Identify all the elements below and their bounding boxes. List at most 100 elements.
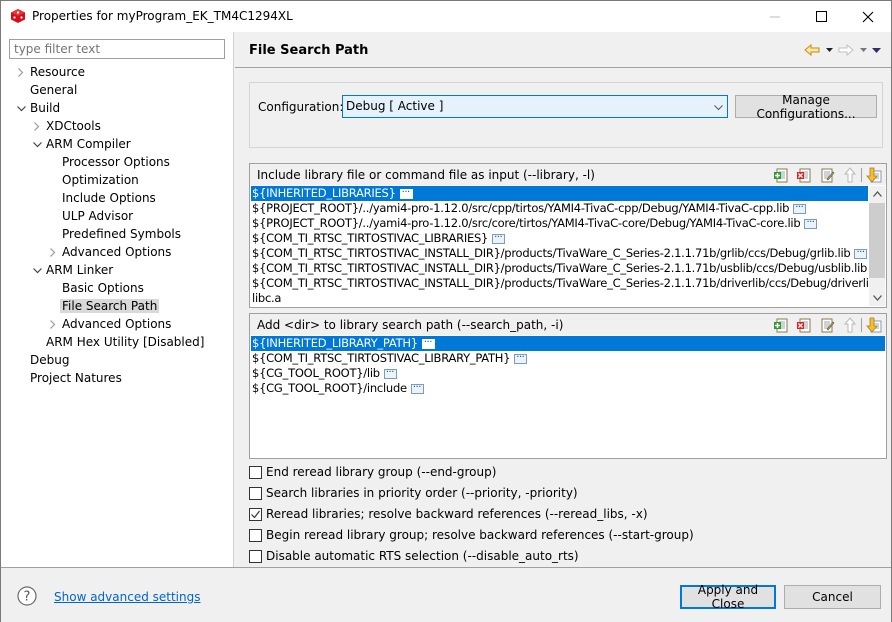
- properties-dialog: Properties for myProgram_EK_TM4C1294XL R…: [0, 0, 892, 622]
- sidebar-item[interactable]: Include Options: [62, 190, 156, 207]
- list-item[interactable]: ${COM_TI_RTSC_TIRTOSTIVAC_LIBRARIES}: [251, 230, 868, 246]
- list-item[interactable]: ${CG_TOOL_ROOT}/include: [251, 380, 885, 396]
- library-list-scrollbar[interactable]: [869, 186, 885, 306]
- list-item[interactable]: ${INHERITED_LIBRARIES}: [251, 186, 868, 201]
- option-checkbox-row[interactable]: Disable automatic RTS selection (--disab…: [249, 548, 579, 564]
- list-item-text: ${INHERITED_LIBRARY_PATH}: [252, 336, 418, 350]
- show-advanced-settings-link[interactable]: Show advanced settings: [54, 590, 201, 604]
- list-item[interactable]: ${PROJECT_ROOT}/../yami4-pro-1.12.0/src/…: [251, 215, 868, 231]
- chevron-right-icon[interactable]: [31, 118, 43, 135]
- sidebar-item-label: General: [30, 83, 78, 97]
- option-checkbox-row[interactable]: Search libraries in priority order (--pr…: [249, 485, 578, 501]
- chevron-down-icon[interactable]: [31, 262, 43, 279]
- more-ellipsis-icon[interactable]: [383, 365, 397, 380]
- more-ellipsis-icon[interactable]: [421, 336, 435, 350]
- sidebar-item[interactable]: Basic Options: [62, 280, 144, 297]
- move-down-icon[interactable]: [865, 166, 882, 183]
- scrollbar-thumb[interactable]: [869, 203, 885, 278]
- help-icon[interactable]: ?: [17, 586, 37, 606]
- option-checkbox-row[interactable]: End reread library group (--end-group): [249, 464, 496, 480]
- sidebar-item[interactable]: Optimization: [62, 172, 139, 189]
- cancel-button[interactable]: Cancel: [784, 585, 881, 609]
- sidebar-item[interactable]: ARM Hex Utility [Disabled]: [46, 334, 204, 351]
- checkbox-checked[interactable]: [249, 507, 262, 521]
- sidebar-item[interactable]: Debug: [30, 352, 69, 369]
- list-item[interactable]: libc.a: [251, 291, 868, 306]
- chevron-right-icon[interactable]: [47, 244, 59, 261]
- sidebar-item[interactable]: ARM Linker: [32, 262, 113, 279]
- checkbox-unchecked[interactable]: [249, 486, 262, 500]
- list-item-text: libc.a: [252, 291, 282, 305]
- move-up-icon[interactable]: [841, 166, 858, 183]
- delete-icon[interactable]: [795, 166, 812, 183]
- sidebar-item[interactable]: Advanced Options: [50, 316, 171, 333]
- view-menu-icon[interactable]: [871, 42, 881, 58]
- option-checkbox-row[interactable]: Begin reread library group; resolve back…: [249, 527, 694, 543]
- back-arrow-icon[interactable]: [803, 42, 821, 58]
- sidebar-item-label: ARM Compiler: [46, 137, 131, 151]
- library-toolbar: [772, 166, 882, 183]
- minimize-button[interactable]: [753, 1, 799, 32]
- sidebar-item[interactable]: General: [30, 82, 77, 99]
- sidebar-item[interactable]: XDCtools: [34, 118, 101, 135]
- list-item[interactable]: ${PROJECT_ROOT}/../yami4-pro-1.12.0/src/…: [251, 200, 868, 216]
- sidebar-item[interactable]: Project Natures: [30, 370, 122, 387]
- sidebar-item[interactable]: ARM Compiler: [32, 136, 131, 153]
- add-icon[interactable]: [772, 166, 789, 183]
- list-item[interactable]: ${COM_TI_RTSC_TIRTOSTIVAC_LIBRARY_PATH}: [251, 350, 885, 366]
- more-ellipsis-icon[interactable]: [854, 245, 868, 260]
- sidebar-item-label: ULP Advisor: [62, 209, 134, 223]
- edit-icon[interactable]: [818, 166, 835, 183]
- chevron-down-icon[interactable]: [31, 136, 43, 153]
- close-button[interactable]: [845, 1, 891, 32]
- forward-dropdown-icon[interactable]: [858, 42, 868, 58]
- sidebar-item[interactable]: File Search Path: [60, 298, 160, 315]
- sidebar-item-label: Project Natures: [30, 371, 122, 385]
- more-ellipsis-icon[interactable]: [514, 350, 528, 365]
- apply-and-close-button[interactable]: Apply and Close: [680, 583, 776, 611]
- scroll-up-icon[interactable]: [869, 186, 885, 202]
- checkbox-unchecked[interactable]: [249, 549, 262, 563]
- edit-icon[interactable]: [818, 316, 835, 333]
- chevron-right-icon[interactable]: [47, 316, 59, 333]
- checkbox-unchecked[interactable]: [249, 528, 262, 542]
- list-item[interactable]: ${COM_TI_RTSC_TIRTOSTIVAC_INSTALL_DIR}/p…: [251, 276, 868, 291]
- manage-configurations-button[interactable]: Manage Configurations...: [735, 93, 877, 121]
- more-ellipsis-icon[interactable]: [410, 380, 424, 395]
- dialog-footer: ? Show advanced settings Apply and Close…: [1, 567, 891, 622]
- search-path-panel-title: Add <dir> to library search path (--sear…: [257, 318, 564, 332]
- delete-icon[interactable]: [795, 316, 812, 333]
- configuration-select[interactable]: Debug [ Active ]: [342, 95, 728, 118]
- sidebar-item[interactable]: Predefined Symbols: [62, 226, 181, 243]
- list-item[interactable]: ${CG_TOOL_ROOT}/lib: [251, 365, 885, 381]
- toolbar-separator: [861, 167, 862, 182]
- checkmark-icon: [251, 510, 260, 518]
- page-header: File Search Path: [235, 32, 891, 68]
- list-item[interactable]: ${COM_TI_RTSC_TIRTOSTIVAC_INSTALL_DIR}/p…: [251, 245, 868, 261]
- more-ellipsis-icon[interactable]: [399, 186, 413, 200]
- more-ellipsis-icon[interactable]: [793, 200, 807, 215]
- more-ellipsis-icon[interactable]: [804, 215, 818, 230]
- move-up-icon[interactable]: [841, 316, 858, 333]
- move-down-icon[interactable]: [865, 316, 882, 333]
- minimize-icon: [770, 16, 780, 17]
- sidebar-item[interactable]: Build: [16, 100, 60, 117]
- chevron-down-icon[interactable]: [15, 100, 27, 117]
- scroll-down-icon[interactable]: [869, 290, 885, 306]
- sidebar-item[interactable]: Advanced Options: [50, 244, 171, 261]
- forward-arrow-icon[interactable]: [837, 42, 855, 58]
- add-icon[interactable]: [772, 316, 789, 333]
- list-item[interactable]: ${INHERITED_LIBRARY_PATH}: [251, 336, 885, 351]
- list-item[interactable]: ${COM_TI_RTSC_TIRTOSTIVAC_INSTALL_DIR}/p…: [251, 261, 868, 276]
- sidebar-item[interactable]: Processor Options: [62, 154, 170, 171]
- chevron-right-icon[interactable]: [15, 64, 27, 81]
- maximize-button[interactable]: [799, 1, 845, 32]
- sidebar-item[interactable]: Resource: [18, 64, 85, 81]
- more-ellipsis-icon[interactable]: [492, 230, 506, 245]
- sidebar-item[interactable]: ULP Advisor: [62, 208, 133, 225]
- filter-input[interactable]: [9, 39, 225, 59]
- option-checkbox-row[interactable]: Reread libraries; resolve backward refer…: [249, 506, 648, 522]
- sidebar-item-label: Include Options: [62, 191, 156, 205]
- back-dropdown-icon[interactable]: [824, 42, 834, 58]
- checkbox-unchecked[interactable]: [249, 465, 262, 479]
